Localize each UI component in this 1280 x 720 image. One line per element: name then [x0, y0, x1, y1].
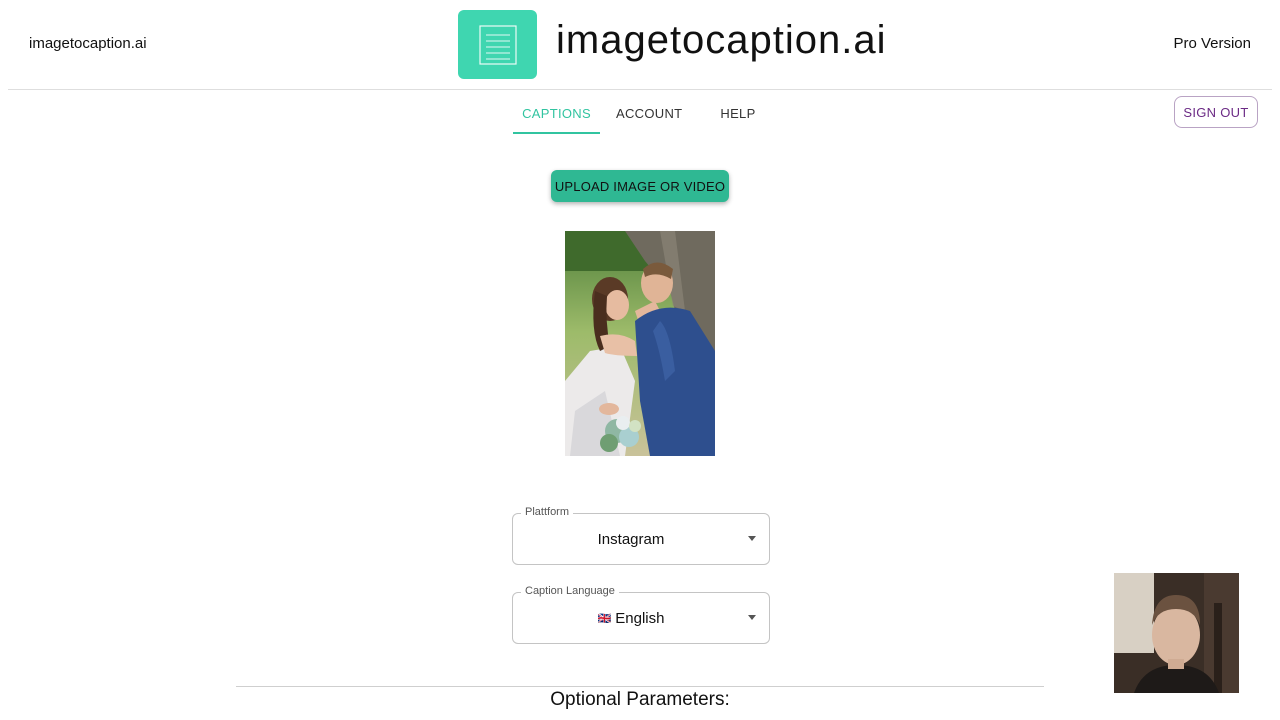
platform-select[interactable]: Plattform Instagram [512, 506, 770, 565]
webcam-overlay [1114, 573, 1239, 693]
chevron-down-icon [748, 536, 756, 541]
upload-image-or-video-button[interactable]: UPLOAD IMAGE OR VIDEO [551, 170, 729, 202]
header-divider [8, 89, 1272, 90]
section-divider [236, 686, 1044, 687]
platform-selected-value: Instagram [597, 530, 665, 548]
chevron-down-icon [748, 615, 756, 620]
tab-account[interactable]: ACCOUNT [602, 94, 696, 132]
uk-flag-icon: 🇬🇧 [597, 612, 612, 625]
logo[interactable] [458, 10, 537, 79]
caption-language-selected: 🇬🇧 English [513, 593, 749, 643]
pro-version-link[interactable]: Pro Version [1173, 35, 1251, 52]
optional-parameters-heading: Optional Parameters: [550, 689, 730, 710]
document-icon [478, 24, 517, 65]
brand-text-left[interactable]: imagetocaption.ai [29, 35, 147, 52]
caption-language-value: English [615, 609, 665, 627]
tab-help[interactable]: HELP [706, 94, 769, 132]
tab-captions[interactable]: CAPTIONS [513, 94, 600, 134]
sign-out-button[interactable]: SIGN OUT [1174, 96, 1258, 128]
site-title: imagetocaption.ai [556, 18, 887, 62]
page: imagetocaption.ai imagetocaption.ai Pro … [0, 0, 1280, 720]
uploaded-image-preview [565, 231, 715, 456]
caption-language-select[interactable]: Caption Language 🇬🇧 English [512, 585, 770, 644]
tab-bar: CAPTIONS ACCOUNT HELP [513, 94, 770, 134]
